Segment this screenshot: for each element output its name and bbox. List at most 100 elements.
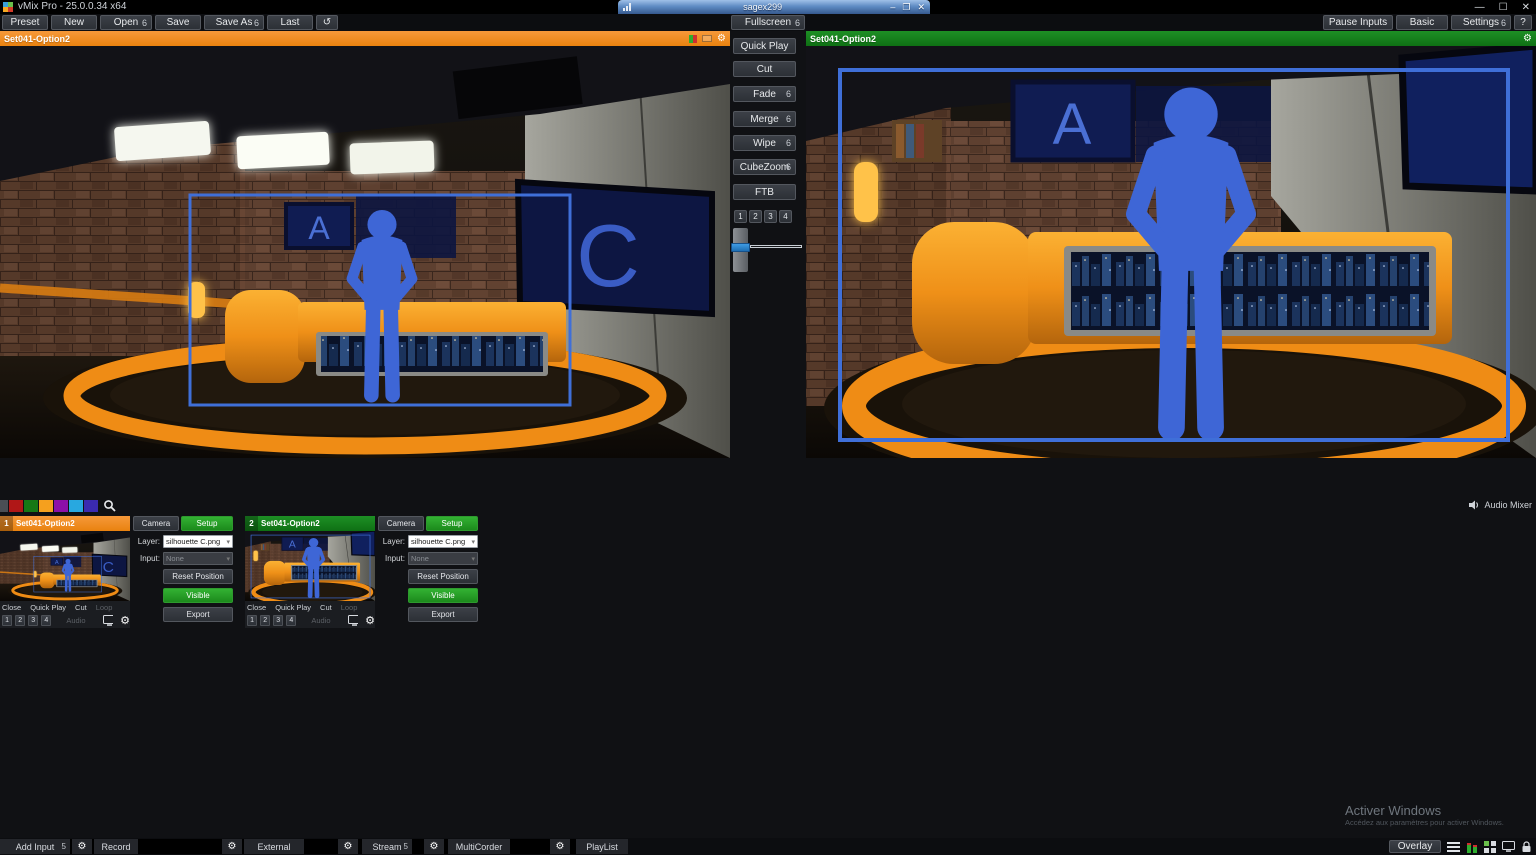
loop-icon[interactable]: ↺ <box>316 15 338 30</box>
input-2-layer-dropdown[interactable]: silhouette C.png ▾ <box>408 535 478 548</box>
multicorder-button[interactable]: MultiCorder <box>448 839 510 854</box>
input-2-thumbnail[interactable] <box>245 531 375 601</box>
search-icon[interactable] <box>103 499 116 512</box>
lock-icon[interactable] <box>1521 840 1532 853</box>
swatch-red[interactable] <box>9 499 23 512</box>
window-maximize-button[interactable]: ☐ <box>1499 2 1508 13</box>
input-2-overlay-4[interactable]: 4 <box>286 615 297 626</box>
input-2-audio-button[interactable]: Audio <box>311 616 330 625</box>
input-2-camera-button[interactable]: Camera <box>378 516 424 531</box>
merge-button[interactable]: Merge 6 <box>733 111 796 127</box>
input-1-visible-button[interactable]: Visible <box>163 588 233 603</box>
input-1-overlay-2[interactable]: 2 <box>15 615 26 626</box>
input-1-overlay-1[interactable]: 1 <box>2 615 13 626</box>
fade-button[interactable]: Fade 6 <box>733 86 796 102</box>
input-1-layer-dropdown[interactable]: silhouette C.png ▾ <box>163 535 233 548</box>
basic-button[interactable]: Basic <box>1396 15 1448 30</box>
swatch-orange[interactable] <box>39 499 53 512</box>
input-1-settings-gear-icon[interactable]: ⚙ <box>120 615 130 626</box>
floating-minimize-button[interactable]: – <box>890 2 895 13</box>
input-1-overlay-4[interactable]: 4 <box>41 615 52 626</box>
input-2-reset-position-button[interactable]: Reset Position <box>408 569 478 584</box>
input-2-overlay-1[interactable]: 1 <box>247 615 258 626</box>
multicorder-gear-icon[interactable]: ⚙ <box>550 839 570 854</box>
help-button[interactable]: ? <box>1514 15 1532 30</box>
audio-mixer-toggle[interactable]: Audio Mixer <box>1469 500 1532 510</box>
input-2-quick-play-button[interactable]: Quick Play <box>275 603 311 612</box>
fullscreen-output-icon[interactable] <box>347 615 359 626</box>
input-2-loop-button[interactable]: Loop <box>341 603 358 612</box>
window-close-button[interactable]: ✕ <box>1522 2 1530 13</box>
swatch-gray[interactable] <box>0 499 8 512</box>
playlist-button[interactable]: PlayList <box>576 839 628 854</box>
menu-icon[interactable] <box>1447 841 1460 852</box>
input-1-tile[interactable]: 1 Set041-Option2 Close Quick Play Cut Lo… <box>0 516 130 628</box>
cut-button[interactable]: Cut <box>733 61 796 77</box>
record-button[interactable]: Record <box>94 839 138 854</box>
grid-view-icon[interactable] <box>1484 840 1496 853</box>
last-button[interactable]: Last <box>267 15 313 30</box>
add-input-button[interactable]: Add Input 5 <box>0 839 70 854</box>
input-1-input-dropdown[interactable]: None ▾ <box>163 552 233 565</box>
input-1-close-button[interactable]: Close <box>2 603 21 612</box>
input-2-cut-button[interactable]: Cut <box>320 603 332 612</box>
transition-number-4[interactable]: 4 <box>779 210 792 223</box>
input-1-export-button[interactable]: Export <box>163 607 233 622</box>
fullscreen-button[interactable]: Fullscreen 6 <box>731 15 805 30</box>
input-2-overlay-2[interactable]: 2 <box>260 615 271 626</box>
overlay-button[interactable]: Overlay <box>1389 840 1441 853</box>
swatch-green[interactable] <box>24 499 38 512</box>
program-title-bar[interactable]: Set041-Option2 ⚙ <box>806 31 1536 46</box>
input-2-input-dropdown[interactable]: None ▾ <box>408 552 478 565</box>
quick-play-button[interactable]: Quick Play <box>733 38 796 54</box>
window-minimize-button[interactable]: — <box>1475 2 1485 13</box>
input-2-tile[interactable]: 2 Set041-Option2 Close Quick Play Cut Lo… <box>245 516 375 628</box>
input-1-audio-button[interactable]: Audio <box>66 616 85 625</box>
swatch-purple[interactable] <box>54 499 68 512</box>
audio-meter-icon[interactable] <box>1466 841 1478 853</box>
input-2-visible-button[interactable]: Visible <box>408 588 478 603</box>
open-button[interactable]: Open 6 <box>100 15 152 30</box>
add-input-gear-icon[interactable]: ⚙ <box>72 839 92 854</box>
input-1-camera-button[interactable]: Camera <box>133 516 179 531</box>
input-2-settings-gear-icon[interactable]: ⚙ <box>365 615 375 626</box>
stream-gear-icon[interactable]: ⚙ <box>424 839 444 854</box>
ftb-button[interactable]: FTB <box>733 184 796 200</box>
record-gear-icon[interactable]: ⚙ <box>222 839 242 854</box>
input-1-loop-button[interactable]: Loop <box>96 603 113 612</box>
gear-icon[interactable]: ⚙ <box>1523 33 1532 44</box>
save-button[interactable]: Save <box>155 15 201 30</box>
preview-monitor[interactable] <box>0 46 730 458</box>
new-button[interactable]: New <box>51 15 97 30</box>
preset-button[interactable]: Preset <box>2 15 48 30</box>
save-as-button[interactable]: Save As 6 <box>204 15 264 30</box>
floating-close-button[interactable]: ✕ <box>917 2 925 13</box>
input-1-thumbnail[interactable] <box>0 531 130 601</box>
input-2-export-button[interactable]: Export <box>408 607 478 622</box>
preview-title-bar[interactable]: Set041-Option2 ⚙ <box>0 31 730 46</box>
swatch-blue[interactable] <box>84 499 98 512</box>
transition-number-2[interactable]: 2 <box>749 210 762 223</box>
input-1-setup-button[interactable]: Setup <box>181 516 233 531</box>
gear-icon[interactable]: ⚙ <box>717 33 726 44</box>
wipe-button[interactable]: Wipe 6 <box>733 135 796 151</box>
swatch-cyan[interactable] <box>69 499 83 512</box>
input-2-overlay-3[interactable]: 3 <box>273 615 284 626</box>
input-2-close-button[interactable]: Close <box>247 603 266 612</box>
pause-inputs-button[interactable]: Pause Inputs <box>1323 15 1393 30</box>
fullscreen-output-icon[interactable] <box>102 615 114 626</box>
transition-number-1[interactable]: 1 <box>734 210 747 223</box>
transition-number-3[interactable]: 3 <box>764 210 777 223</box>
input-1-quick-play-button[interactable]: Quick Play <box>30 603 66 612</box>
cubezoom-button[interactable]: CubeZoom 6 <box>733 159 796 175</box>
stream-button[interactable]: Stream 5 <box>362 839 412 854</box>
input-1-cut-button[interactable]: Cut <box>75 603 87 612</box>
floating-restore-button[interactable]: ❐ <box>902 2 910 13</box>
floating-window-titlebar[interactable]: sagex299 – ❐ ✕ <box>618 0 930 14</box>
external-button[interactable]: External <box>244 839 304 854</box>
input-1-reset-position-button[interactable]: Reset Position <box>163 569 233 584</box>
settings-button[interactable]: Settings 6 <box>1451 15 1511 30</box>
transition-tbar-handle[interactable] <box>731 243 750 252</box>
input-1-overlay-3[interactable]: 3 <box>28 615 39 626</box>
program-monitor[interactable] <box>806 46 1536 458</box>
